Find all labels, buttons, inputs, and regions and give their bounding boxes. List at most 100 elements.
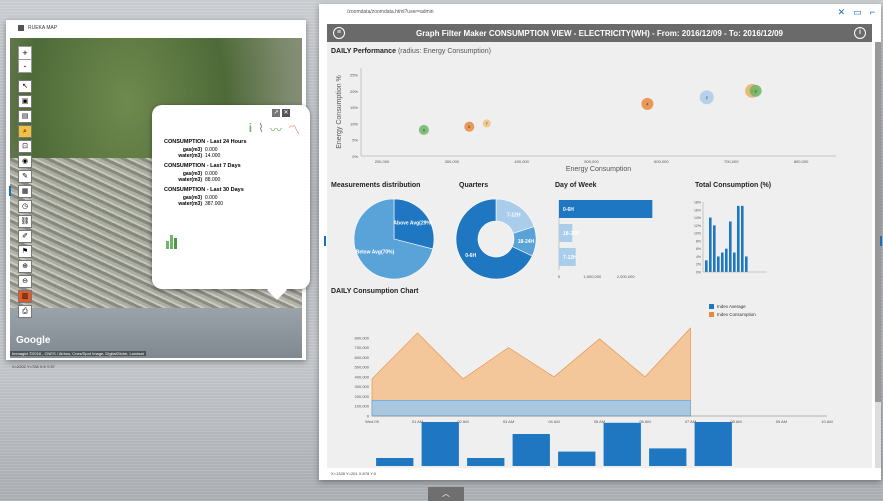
restore-window-icon[interactable]: ▭ [853, 7, 862, 18]
section-title: CONSUMPTION - Last 24 Hours [164, 139, 247, 145]
select-tool-icon[interactable]: ▣ [18, 95, 32, 108]
y-axis-label: Energy Consumption % [336, 75, 343, 149]
expand-panel-button[interactable]: ︿ [428, 487, 464, 501]
y-tick-label: 25% [350, 73, 358, 78]
y-tick-label: 8% [696, 239, 701, 243]
url-bar: /zoomdata/zoomdata.html?user=admin [347, 9, 434, 15]
print-tool-icon[interactable]: ⎙ [18, 305, 32, 318]
x-tick-label: 500,000 [584, 159, 599, 164]
popup-section-30d: CONSUMPTION - Last 30 Days gas(m3) 0.000 … [152, 187, 310, 207]
splitter-handle[interactable] [324, 236, 326, 246]
measurements-title: Measurements distribution [331, 182, 421, 189]
x-tick-label: 200,000 [375, 159, 390, 164]
pointer-tool-icon[interactable]: ↖ [18, 80, 32, 93]
google-logo: Google [16, 335, 51, 346]
day-bar-label: 0-6H [563, 207, 574, 213]
scatter-chart: 0% 5% 10% 15% 20% 25% 200,000 300,000 400,000 500… [336, 68, 836, 173]
measure-tool-icon[interactable]: ⊡ [18, 140, 32, 153]
consumption-bar [694, 422, 732, 466]
y-tick-label: 5% [352, 138, 358, 143]
dashboard-content: DAILY Performance (radius: Energy Consum… [327, 42, 872, 468]
quarters-title: Quarters [459, 182, 489, 189]
x-tick-label: 09 AM [776, 419, 787, 424]
edit-tool-icon[interactable]: ✐ [18, 230, 32, 243]
zoom-box-tool-icon[interactable]: ⊕ [18, 260, 32, 273]
y-tick-label: 100,000 [355, 404, 370, 409]
daily-performance-title: DAILY Performance [331, 48, 396, 55]
y-tick-label: 4% [696, 255, 701, 259]
daily-consumption-chart: 0 100,000 200,000 300,000 400,000 500,000 600,… [355, 304, 833, 466]
x-tick-label: 600,000 [654, 159, 669, 164]
close-icon[interactable]: ✕ [282, 109, 290, 117]
draw-tool-icon[interactable]: ✎ [18, 170, 32, 183]
y-tick-label: 0% [696, 271, 701, 275]
meter-chart-icon[interactable] [166, 233, 182, 249]
window-controls: ✕ ▭ ⌐ [838, 7, 875, 18]
y-tick-label: 12% [694, 224, 701, 228]
y-tick-label: 15% [350, 105, 358, 110]
total-consumption-bar-chart: 0% 2% 4% 6% 8% 10% 12% 14% 16% 18% [694, 201, 767, 275]
eye-tool-icon[interactable]: ◉ [18, 155, 32, 168]
measurements-pie-chart: Above Avg(29%) Below Avg(70%) [353, 198, 435, 280]
y-tick-label: 10% [350, 121, 358, 126]
total-bar [733, 252, 736, 272]
left-edge-handle[interactable] [9, 186, 11, 196]
link-tool-icon[interactable]: ⛓ [18, 215, 32, 228]
y-tick-label: 20% [350, 89, 358, 94]
consumption-popup: ↗ ✕ i ⌇ 〰 〽 CONSUMPTION - Last 24 Hours … [152, 105, 310, 300]
section-title: CONSUMPTION - Last 30 Days [164, 187, 244, 193]
water-row: water(m3) 14.000 [152, 153, 310, 159]
day-bar-label: 7-12H [563, 255, 577, 261]
search-tool-icon[interactable]: ⌕ [18, 125, 32, 138]
total-bar [745, 256, 748, 272]
water-value: 88.000 [205, 177, 221, 183]
maximize-window-icon[interactable]: ⌐ [870, 7, 875, 18]
y-tick-label: 0% [352, 154, 358, 159]
zoom-in-button[interactable]: + [19, 47, 31, 60]
pie-slice-label: Below Avg(70%) [356, 250, 395, 256]
clock-tool-icon[interactable]: ◷ [18, 200, 32, 213]
popup-section-24h: CONSUMPTION - Last 24 Hours gas(m3) 0.000… [152, 139, 310, 159]
chart-tool-icon[interactable]: ▥ [18, 290, 32, 303]
consumption-bar [467, 458, 505, 466]
scrollbar-thumb[interactable] [875, 42, 881, 402]
pie-slice-label: Above Avg(29%) [393, 220, 432, 226]
zoom-out-tool-icon[interactable]: ⊖ [18, 275, 32, 288]
x-tick-label: 07 AM [685, 419, 696, 424]
grid-tool-icon[interactable]: ▦ [18, 185, 32, 198]
right-edge-handle[interactable] [880, 236, 882, 246]
y-tick-label: 400,000 [355, 374, 370, 379]
y-tick-label: 700,000 [355, 345, 370, 350]
daily-consumption-title: DAILY Consumption Chart [331, 288, 419, 295]
x-tick-label: 06 AM [639, 419, 650, 424]
x-tick-label: 04 AM [548, 419, 559, 424]
dashboard-window: /zoomdata/zoomdata.html?user=admin ✕ ▭ ⌐… [319, 4, 881, 480]
legend-label: Index Average [717, 304, 746, 309]
consumption-bar [512, 434, 550, 466]
dashboard-status-bar: X=1328 Y=201 X:878 Y:0 [331, 471, 377, 476]
donut-slice-label: 0-6H [465, 253, 476, 259]
close-window-icon[interactable]: ✕ [838, 7, 846, 18]
y-tick-label: 800,000 [355, 335, 370, 340]
maximize-icon[interactable]: ↗ [272, 109, 280, 117]
x-tick-label: 02 AM [457, 419, 468, 424]
water-label: water(m3) [178, 177, 202, 183]
menu-icon[interactable]: ≡ [333, 27, 345, 39]
donut-slice-label: 7-12H [507, 213, 521, 219]
water-label: water(m3) [178, 153, 202, 159]
x-tick-label: 400,000 [514, 159, 529, 164]
info-circle-icon[interactable]: i [854, 27, 866, 39]
legend-swatch [709, 304, 714, 309]
x-tick-label: 03 AM [503, 419, 514, 424]
vertical-scrollbar[interactable] [875, 42, 881, 468]
filter-tool-icon[interactable]: ⚑ [18, 245, 32, 258]
x-tick-label: 800,000 [794, 159, 809, 164]
legend-swatch [709, 312, 714, 317]
x-tick-label: 05 AM [594, 419, 605, 424]
zoom-out-button[interactable]: - [19, 60, 31, 72]
total-bar [729, 221, 732, 272]
total-bar [717, 256, 720, 272]
dashboard-titlebar: ≡ Graph Filter Maker CONSUMPTION VIEW - … [327, 24, 872, 42]
layer-tool-icon[interactable]: ▤ [18, 110, 32, 123]
consumption-bar [558, 451, 596, 466]
